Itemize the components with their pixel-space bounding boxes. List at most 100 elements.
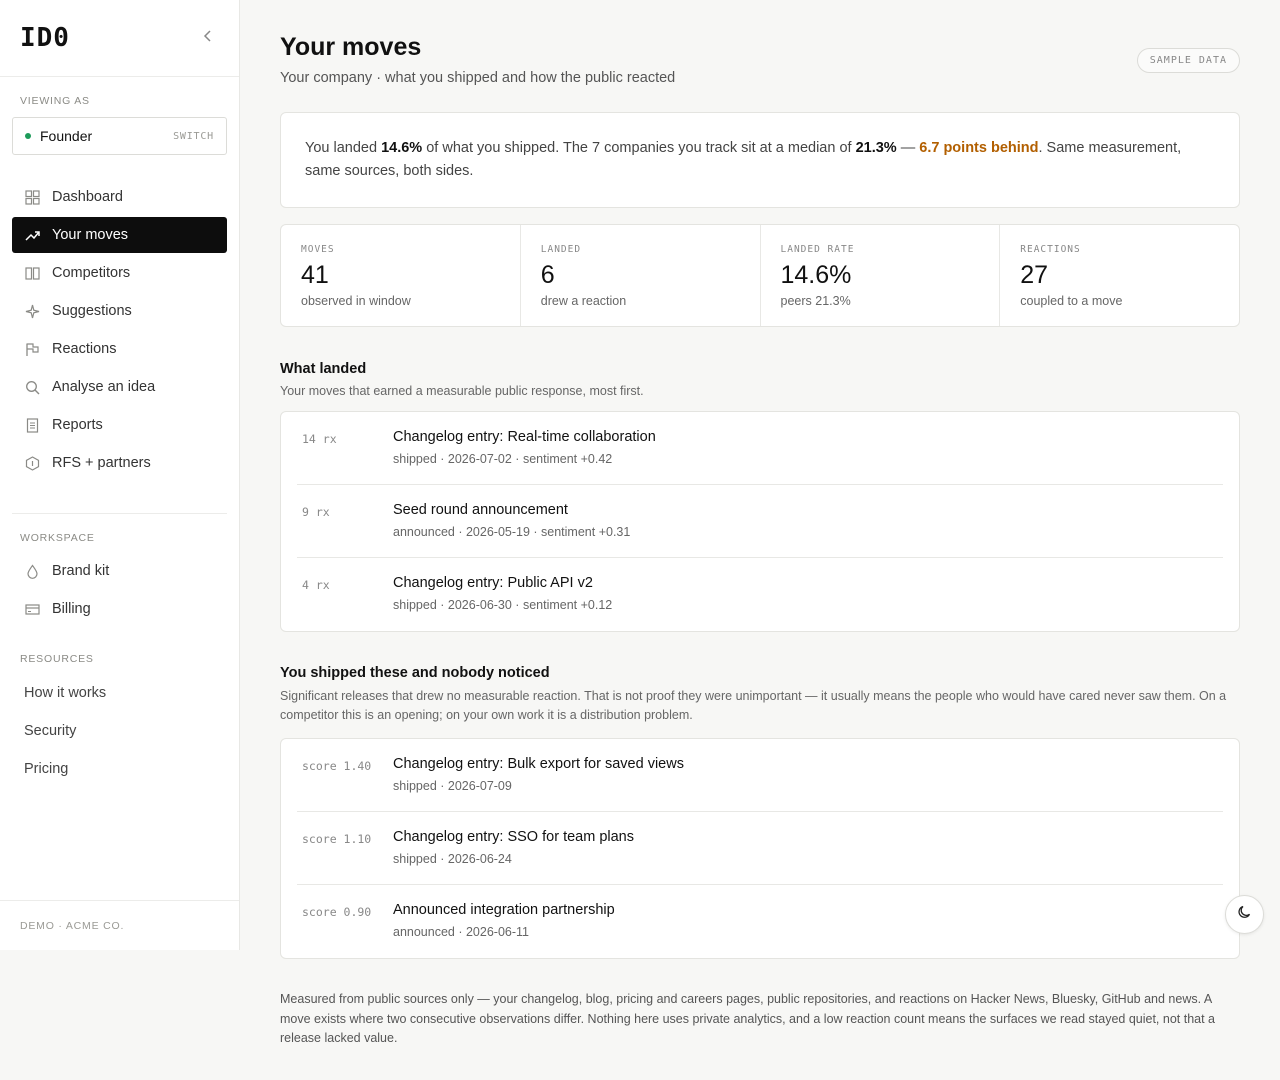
- nav-label: Brand kit: [52, 563, 110, 579]
- summary-text: You landed: [305, 140, 382, 156]
- reaction-count: 4 rx: [302, 578, 330, 592]
- item-title: Changelog entry: SSO for team plans: [393, 829, 634, 845]
- workspace-label: WORKSPACE: [20, 532, 95, 544]
- nav-label: Your moves: [52, 227, 129, 243]
- stat-label: MOVES: [301, 244, 335, 255]
- item-meta: shipped · 2026-07-02 · sentiment +0.42: [393, 452, 613, 466]
- item-title: Changelog entry: Public API v2: [393, 575, 593, 591]
- summary-text: of what you shipped. The 7 companies you…: [422, 140, 856, 156]
- page-subtitle: Your company · what you shipped and how …: [280, 70, 676, 86]
- stat-value: 14.6%: [780, 261, 852, 289]
- card-icon: [24, 601, 40, 617]
- nav-label: Competitors: [52, 265, 131, 281]
- logo[interactable]: ID0: [20, 23, 70, 53]
- theme-toggle-button[interactable]: [1225, 895, 1264, 934]
- score: score 1.40: [302, 759, 372, 773]
- item-title: Announced integration partnership: [393, 902, 615, 918]
- item-title: Changelog entry: Bulk export for saved v…: [393, 756, 684, 772]
- viewing-as-label: VIEWING AS: [20, 95, 90, 107]
- list-item[interactable]: score 0.90 Announced integration partner…: [297, 885, 1223, 958]
- nav-label: Suggestions: [52, 303, 132, 319]
- resources-nav: How it works Security Pricing: [12, 675, 227, 789]
- stat-sub: observed in window: [301, 294, 411, 308]
- nav-label: Billing: [52, 601, 91, 617]
- median-percent: 21.3%: [855, 140, 897, 156]
- list-item[interactable]: score 1.40 Changelog entry: Bulk export …: [297, 739, 1223, 812]
- item-meta: shipped · 2026-06-30 · sentiment +0.12: [393, 598, 613, 612]
- logo-row: ID0: [0, 0, 239, 77]
- stat-landed-rate: LANDED RATE 14.6% peers 21.3%: [761, 225, 1001, 326]
- section-title-unnoticed: You shipped these and nobody noticed: [280, 665, 550, 681]
- item-title: Seed round announcement: [393, 502, 568, 518]
- workspace-nav: Brand kit Billing: [12, 553, 227, 629]
- score: score 0.90: [302, 905, 372, 919]
- nav-item-competitors[interactable]: Competitors: [12, 255, 227, 291]
- nav-item-dashboard[interactable]: Dashboard: [12, 179, 227, 215]
- nav-item-suggestions[interactable]: Suggestions: [12, 293, 227, 329]
- status-dot: [25, 133, 31, 139]
- landed-percent: 14.6%: [381, 140, 423, 156]
- drop-icon: [24, 563, 40, 579]
- item-title: Changelog entry: Real-time collaboration: [393, 429, 656, 445]
- nav-item-billing[interactable]: Billing: [12, 591, 227, 627]
- moon-icon: [1237, 904, 1253, 925]
- stat-label: LANDED: [540, 244, 582, 255]
- points-behind: 6.7 points behind: [919, 140, 1039, 156]
- resources-label: RESOURCES: [20, 653, 94, 665]
- search-icon: [24, 379, 40, 395]
- nav-label: Security: [24, 723, 77, 739]
- stat-label: LANDED RATE: [780, 244, 855, 255]
- nav-label: How it works: [24, 685, 107, 701]
- reaction-count: 14 rx: [302, 432, 337, 446]
- page-title: Your moves: [280, 33, 422, 61]
- stats-row: MOVES 41 observed in window LANDED 6 dre…: [280, 224, 1240, 327]
- grid-icon: [24, 189, 40, 205]
- score: score 1.10: [302, 832, 372, 846]
- sidebar: ID0 VIEWING AS Founder SWITCH Dashboard …: [0, 0, 240, 950]
- sidebar-footer: DEMO · ACME CO.: [0, 900, 239, 950]
- nav-item-brand-kit[interactable]: Brand kit: [12, 553, 227, 589]
- columns-icon: [24, 265, 40, 281]
- nav-label: Reactions: [52, 341, 117, 357]
- list-item[interactable]: 14 rx Changelog entry: Real-time collabo…: [297, 412, 1223, 485]
- viewer-switcher[interactable]: Founder SWITCH: [12, 117, 227, 155]
- trend-up-icon: [24, 227, 40, 243]
- switch-button[interactable]: SWITCH: [173, 131, 214, 142]
- sparkle-icon: [24, 303, 40, 319]
- list-item[interactable]: score 1.10 Changelog entry: SSO for team…: [297, 812, 1223, 885]
- viewer-name: Founder: [40, 128, 93, 144]
- sample-data-badge: SAMPLE DATA: [1136, 48, 1240, 73]
- sidebar-divider: [12, 513, 227, 514]
- nav-item-how-it-works[interactable]: How it works: [12, 675, 227, 711]
- item-meta: announced · 2026-06-11: [393, 925, 529, 939]
- nav-label: Analyse an idea: [52, 379, 156, 395]
- main-nav: Dashboard Your moves Competitors Suggest…: [12, 179, 227, 483]
- stat-sub: peers 21.3%: [780, 294, 851, 308]
- methodology-footnote: Measured from public sources only — your…: [280, 992, 1216, 1045]
- nav-item-pricing[interactable]: Pricing: [12, 751, 227, 787]
- nav-item-reports[interactable]: Reports: [12, 407, 227, 443]
- nav-label: Pricing: [24, 761, 69, 777]
- nav-item-security[interactable]: Security: [12, 713, 227, 749]
- stat-value: 41: [301, 261, 329, 289]
- stat-moves: MOVES 41 observed in window: [281, 225, 521, 326]
- list-item[interactable]: 4 rx Changelog entry: Public API v2 ship…: [297, 558, 1223, 631]
- nav-item-your-moves[interactable]: Your moves: [12, 217, 227, 253]
- nav-label: Dashboard: [52, 189, 123, 205]
- nav-label: Reports: [52, 417, 103, 433]
- summary-card: You landed 14.6% of what you shipped. Th…: [280, 112, 1240, 208]
- nav-item-analyse-idea[interactable]: Analyse an idea: [12, 369, 227, 405]
- stat-value: 6: [540, 261, 555, 289]
- collapse-sidebar-icon[interactable]: [203, 29, 213, 48]
- list-item[interactable]: 9 rx Seed round announcement announced ·…: [297, 485, 1223, 558]
- nav-item-rfs-partners[interactable]: RFS + partners: [12, 445, 227, 481]
- document-icon: [24, 417, 40, 433]
- stat-landed: LANDED 6 drew a reaction: [521, 225, 761, 326]
- summary-text: —: [896, 140, 920, 156]
- nav-item-reactions[interactable]: Reactions: [12, 331, 227, 367]
- stat-sub: drew a reaction: [540, 294, 627, 308]
- nav-label: RFS + partners: [52, 455, 151, 471]
- section-title-landed: What landed: [280, 361, 367, 377]
- landed-list: 14 rx Changelog entry: Real-time collabo…: [280, 411, 1240, 632]
- section-desc-unnoticed: Significant releases that drew no measur…: [280, 689, 1227, 722]
